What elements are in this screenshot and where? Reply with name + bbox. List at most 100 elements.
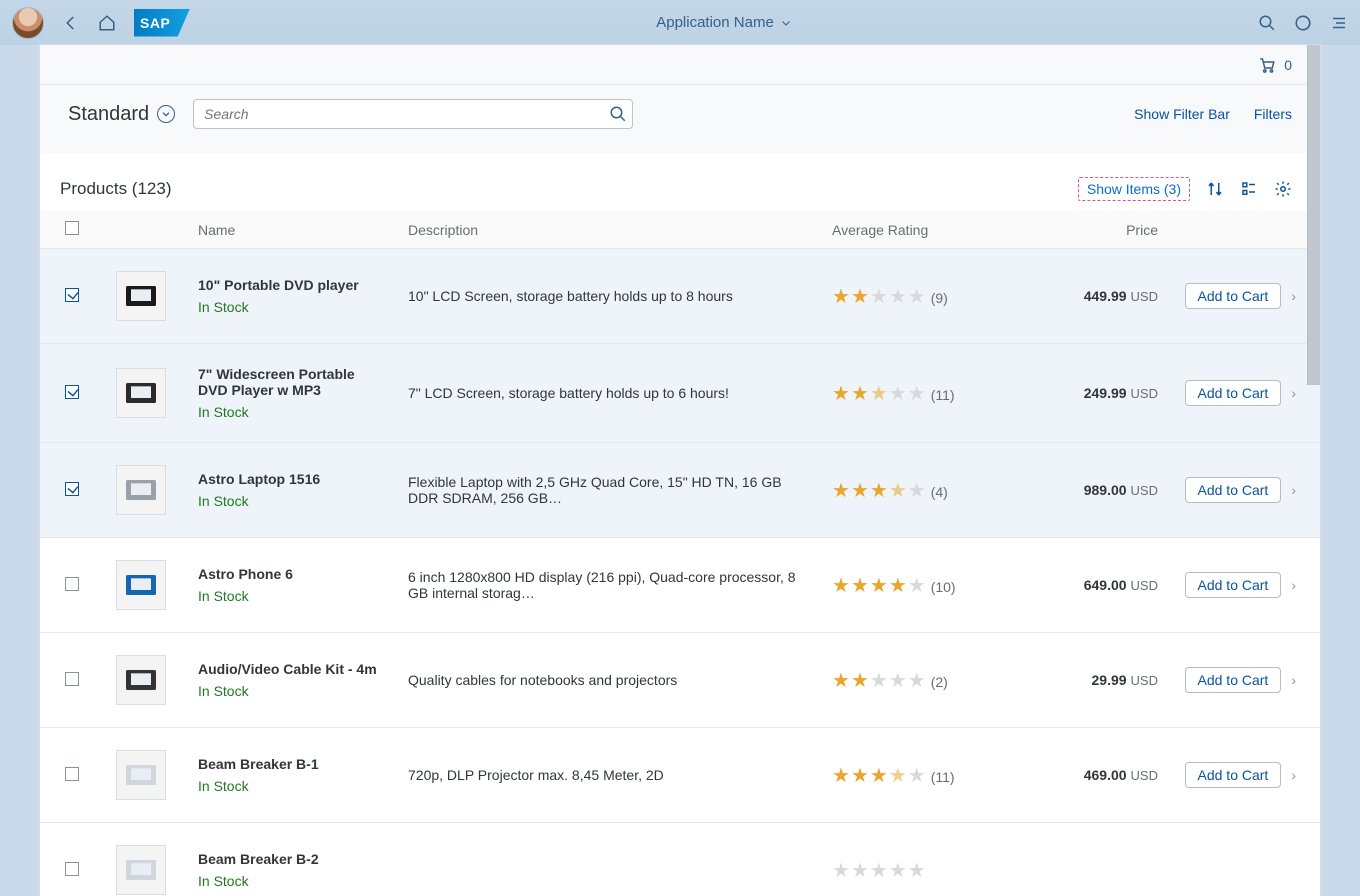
price-currency: USD [1131, 673, 1158, 688]
table-row[interactable]: Astro Laptop 1516In StockFlexible Laptop… [40, 443, 1320, 538]
price-currency: USD [1131, 768, 1158, 783]
price-value: 989.00 [1084, 482, 1127, 498]
rating-count: (9) [931, 290, 948, 306]
row-checkbox[interactable] [65, 482, 79, 496]
table-row[interactable]: Beam Breaker B-2In Stock★★★★★ [40, 823, 1320, 896]
table-row[interactable]: 10" Portable DVD playerIn Stock10" LCD S… [40, 249, 1320, 344]
app-title[interactable]: Application Name [656, 14, 792, 31]
filter-bar: Standard Show Filter Bar Filters [40, 85, 1320, 153]
star-icon: ★ [851, 860, 870, 882]
row-checkbox[interactable] [65, 862, 79, 876]
group-icon[interactable] [1240, 180, 1258, 198]
star-icon: ★ [889, 383, 908, 405]
star-icon: ★ [870, 860, 889, 882]
star-icon: ★ [870, 480, 889, 502]
price-currency: USD [1131, 386, 1158, 401]
table-title: Products (123) [60, 179, 172, 199]
rating-count: (11) [931, 387, 955, 403]
table-row[interactable]: 7" Widescreen Portable DVD Player w MP3 I… [40, 344, 1320, 443]
star-icon: ★ [870, 670, 889, 692]
product-rating: ★★★★★(11) [820, 344, 1040, 443]
home-icon[interactable] [98, 14, 116, 32]
star-icon: ★ [851, 765, 870, 787]
add-to-cart-button[interactable]: Add to Cart [1185, 477, 1282, 503]
sort-icon[interactable] [1206, 180, 1224, 198]
copilot-icon[interactable] [1294, 14, 1312, 32]
row-checkbox[interactable] [65, 767, 79, 781]
chevron-right-icon[interactable]: › [1291, 767, 1296, 783]
settings-icon[interactable] [1274, 180, 1292, 198]
star-icon: ★ [908, 860, 927, 882]
table-row[interactable]: Beam Breaker B-1In Stock720p, DLP Projec… [40, 728, 1320, 823]
product-rating: ★★★★★(2) [820, 633, 1040, 728]
col-price: Price [1040, 211, 1170, 249]
star-icon: ★ [870, 575, 889, 597]
chevron-right-icon[interactable]: › [1291, 482, 1296, 498]
add-to-cart-button[interactable]: Add to Cart [1185, 667, 1282, 693]
row-checkbox[interactable] [65, 385, 79, 399]
filters-link[interactable]: Filters [1254, 106, 1292, 122]
product-image [116, 560, 166, 610]
stock-status: In Stock [198, 404, 384, 420]
show-items-button[interactable]: Show Items (3) [1078, 177, 1190, 201]
cart-bar: 0 [40, 45, 1320, 85]
product-name: 7" Widescreen Portable DVD Player w MP3 [198, 366, 384, 398]
product-rating: ★★★★★(4) [820, 443, 1040, 538]
rating-count: (11) [931, 769, 955, 785]
row-checkbox[interactable] [65, 288, 79, 302]
star-icon: ★ [832, 480, 851, 502]
product-description: Quality cables for notebooks and project… [408, 672, 808, 688]
table-row[interactable]: Audio/Video Cable Kit - 4mIn StockQualit… [40, 633, 1320, 728]
product-description: 6 inch 1280x800 HD display (216 ppi), Qu… [408, 569, 808, 601]
search-button-icon[interactable] [609, 105, 627, 123]
menu-icon[interactable] [1330, 14, 1348, 32]
star-icon: ★ [832, 670, 851, 692]
product-description: 7" LCD Screen, storage battery holds up … [408, 385, 808, 401]
add-to-cart-button[interactable]: Add to Cart [1185, 762, 1282, 788]
variant-selector[interactable]: Standard [68, 103, 175, 126]
chevron-right-icon[interactable]: › [1291, 385, 1296, 401]
star-icon: ★ [851, 480, 870, 502]
product-description: Flexible Laptop with 2,5 GHz Quad Core, … [408, 474, 808, 506]
select-all-checkbox[interactable] [65, 221, 79, 235]
star-icon: ★ [908, 575, 927, 597]
chevron-right-icon[interactable]: › [1291, 577, 1296, 593]
price-currency: USD [1131, 289, 1158, 304]
product-rating: ★★★★★(10) [820, 538, 1040, 633]
product-name: Beam Breaker B-2 [198, 851, 384, 867]
star-icon: ★ [832, 286, 851, 308]
star-icon: ★ [889, 670, 908, 692]
chevron-right-icon[interactable]: › [1291, 288, 1296, 304]
add-to-cart-button[interactable]: Add to Cart [1185, 380, 1282, 406]
star-icon: ★ [832, 860, 851, 882]
col-image [96, 211, 186, 249]
product-name: 10" Portable DVD player [198, 277, 384, 293]
avatar[interactable] [12, 7, 44, 39]
table-row[interactable]: Astro Phone 6In Stock6 inch 1280x800 HD … [40, 538, 1320, 633]
stock-status: In Stock [198, 683, 384, 699]
add-to-cart-button[interactable]: Add to Cart [1185, 283, 1282, 309]
price-currency: USD [1131, 483, 1158, 498]
star-icon: ★ [832, 383, 851, 405]
cart-count: 0 [1284, 57, 1292, 73]
star-icon: ★ [908, 765, 927, 787]
star-icon: ★ [908, 480, 927, 502]
star-icon: ★ [908, 286, 927, 308]
stock-status: In Stock [198, 493, 384, 509]
rating-count: (2) [931, 674, 948, 690]
star-icon: ★ [889, 765, 908, 787]
search-icon[interactable] [1258, 14, 1276, 32]
star-icon: ★ [851, 383, 870, 405]
star-icon: ★ [908, 670, 927, 692]
product-description: 10" LCD Screen, storage battery holds up… [408, 288, 808, 304]
chevron-right-icon[interactable]: › [1291, 672, 1296, 688]
star-icon: ★ [832, 765, 851, 787]
row-checkbox[interactable] [65, 577, 79, 591]
cart-icon[interactable] [1258, 56, 1276, 74]
search-input[interactable] [193, 99, 633, 129]
col-rating: Average Rating [820, 211, 1040, 249]
add-to-cart-button[interactable]: Add to Cart [1185, 572, 1282, 598]
row-checkbox[interactable] [65, 672, 79, 686]
back-icon[interactable] [62, 14, 80, 32]
show-filter-bar-link[interactable]: Show Filter Bar [1134, 106, 1230, 122]
